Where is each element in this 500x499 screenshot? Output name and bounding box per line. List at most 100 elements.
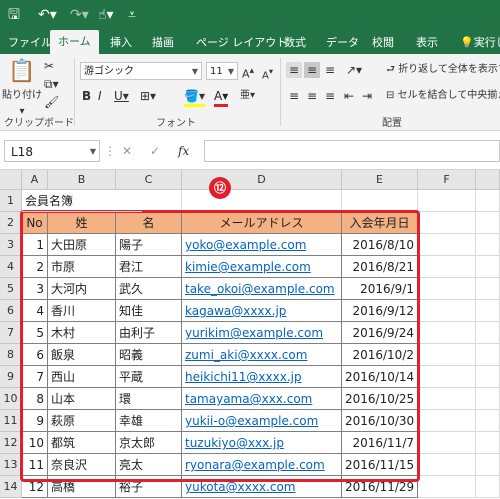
cell[interactable]: [342, 190, 418, 212]
cell[interactable]: [476, 432, 500, 454]
row-header[interactable]: 11: [0, 410, 22, 432]
cell[interactable]: [476, 278, 500, 300]
row-header[interactable]: 13: [0, 454, 22, 476]
column-header-e[interactable]: E: [342, 170, 418, 190]
insert-function-icon[interactable]: fx: [178, 143, 189, 159]
column-header-a[interactable]: A: [22, 170, 48, 190]
copy-icon[interactable]: ⧉▾: [44, 76, 59, 92]
cell[interactable]: [418, 476, 476, 498]
cell[interactable]: [476, 476, 500, 498]
cell[interactable]: [476, 190, 500, 212]
cell[interactable]: [476, 410, 500, 432]
touch-mode-icon[interactable]: ☝▾: [98, 5, 114, 25]
font-color-icon[interactable]: A▾: [214, 88, 229, 107]
font-name-select[interactable]: 游ゴシック ▼: [80, 62, 202, 80]
cell[interactable]: [476, 344, 500, 366]
column-header-b[interactable]: B: [48, 170, 116, 190]
row-header[interactable]: 12: [0, 432, 22, 454]
tab-insert[interactable]: 挿入: [110, 34, 132, 50]
border-icon[interactable]: ⊞▾: [140, 88, 156, 104]
format-painter-icon[interactable]: 🖌: [44, 94, 59, 110]
cell[interactable]: [418, 300, 476, 322]
align-center-icon[interactable]: ≡: [304, 88, 320, 104]
align-middle-icon[interactable]: ≡: [304, 62, 320, 78]
tell-me-search[interactable]: 💡実行し: [460, 34, 500, 50]
row-header[interactable]: 7: [0, 322, 22, 344]
increase-font-icon[interactable]: A▴: [242, 63, 254, 83]
cell[interactable]: [418, 366, 476, 388]
tab-home[interactable]: ホーム: [50, 30, 99, 54]
font-size-select[interactable]: 11 ▼: [206, 62, 238, 80]
name-box[interactable]: L18 ▼: [4, 140, 100, 162]
align-right-icon[interactable]: ≡: [322, 88, 338, 104]
cell[interactable]: [476, 454, 500, 476]
cell[interactable]: [418, 388, 476, 410]
cut-icon[interactable]: ✂: [44, 58, 54, 74]
cell[interactable]: [418, 234, 476, 256]
tab-draw[interactable]: 描画: [152, 34, 174, 50]
column-header-g[interactable]: [476, 170, 500, 190]
merge-center-button[interactable]: ⊟ セルを結合して中央揃え: [386, 88, 500, 104]
cell[interactable]: [418, 190, 476, 212]
decrease-font-icon[interactable]: A▾: [262, 63, 273, 84]
italic-icon[interactable]: I: [98, 88, 102, 104]
row-header[interactable]: 8: [0, 344, 22, 366]
cell[interactable]: [418, 322, 476, 344]
bold-icon[interactable]: B: [82, 88, 91, 104]
cell[interactable]: [476, 388, 500, 410]
cell[interactable]: [418, 212, 476, 234]
row-header[interactable]: 10: [0, 388, 22, 410]
formula-input[interactable]: [204, 140, 500, 162]
underline-icon[interactable]: U▾: [114, 88, 129, 104]
row-header[interactable]: 4: [0, 256, 22, 278]
save-icon[interactable]: 🖫: [8, 5, 20, 25]
redo-icon[interactable]: ↷▾: [70, 5, 89, 25]
orientation-icon[interactable]: ↗▾: [346, 62, 362, 78]
row-header[interactable]: 5: [0, 278, 22, 300]
cell[interactable]: [418, 278, 476, 300]
align-top-icon[interactable]: ≡: [286, 62, 302, 78]
cell[interactable]: [418, 454, 476, 476]
cell[interactable]: [476, 212, 500, 234]
table-highlight-box: [20, 210, 420, 482]
row-header[interactable]: 3: [0, 234, 22, 256]
undo-icon[interactable]: ↶▾: [38, 5, 57, 25]
row-header[interactable]: 1: [0, 190, 22, 212]
column-header-d[interactable]: D: [182, 170, 342, 190]
cell[interactable]: [476, 234, 500, 256]
tab-formulas[interactable]: 数式: [284, 34, 306, 50]
cancel-icon[interactable]: ✕: [122, 143, 132, 159]
align-left-icon[interactable]: ≡: [286, 88, 302, 104]
cell[interactable]: [476, 256, 500, 278]
select-all-corner[interactable]: [0, 170, 22, 190]
tab-data[interactable]: データ: [326, 34, 359, 50]
fill-color-icon[interactable]: 🪣▾: [184, 88, 205, 107]
customize-toolbar-icon[interactable]: ⩡: [128, 5, 136, 25]
cell[interactable]: [418, 344, 476, 366]
tab-page-layout[interactable]: ページ レイアウト: [196, 34, 287, 50]
paste-icon[interactable]: 📋: [8, 58, 36, 86]
column-header-c[interactable]: C: [116, 170, 182, 190]
increase-indent-icon[interactable]: ⇥: [362, 88, 372, 104]
row-header[interactable]: 14: [0, 476, 22, 498]
wrap-text-button[interactable]: ⮐ 折り返して全体を表示す: [386, 62, 500, 78]
cell[interactable]: [418, 432, 476, 454]
tab-view[interactable]: 表示: [416, 34, 438, 50]
tab-review[interactable]: 校閲: [372, 34, 394, 50]
sheet-title-cell[interactable]: 会員名簿: [22, 190, 142, 212]
cell[interactable]: [418, 256, 476, 278]
row-header[interactable]: 2: [0, 212, 22, 234]
row-header[interactable]: 6: [0, 300, 22, 322]
align-bottom-icon[interactable]: ≡: [322, 62, 338, 78]
phonetic-guide-icon[interactable]: 亜▾: [240, 88, 255, 104]
row-header[interactable]: 9: [0, 366, 22, 388]
cell[interactable]: [182, 190, 342, 212]
enter-icon[interactable]: ✓: [150, 143, 160, 159]
tab-file[interactable]: ファイル: [8, 34, 52, 50]
cell[interactable]: [476, 300, 500, 322]
decrease-indent-icon[interactable]: ⇤: [344, 88, 354, 104]
cell[interactable]: [476, 322, 500, 344]
column-header-f[interactable]: F: [418, 170, 476, 190]
cell[interactable]: [418, 410, 476, 432]
cell[interactable]: [476, 366, 500, 388]
